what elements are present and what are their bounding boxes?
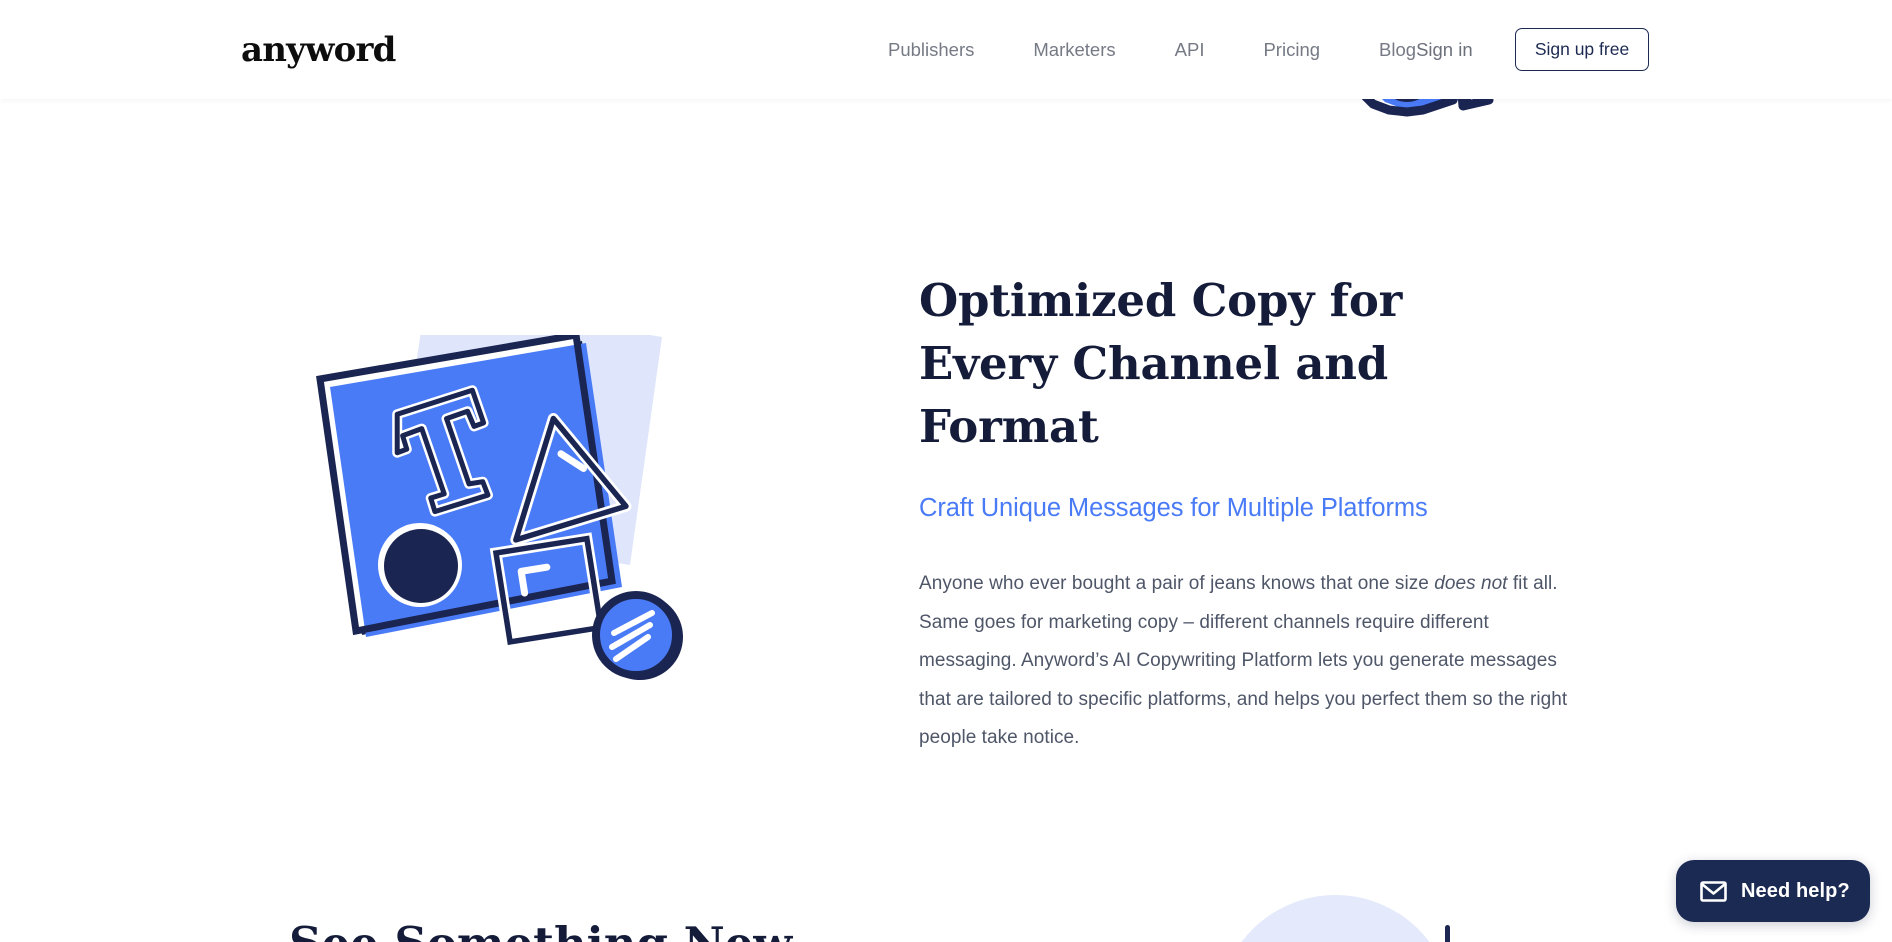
need-help-button[interactable]: Need help? [1676, 860, 1870, 922]
sign-in-link[interactable]: Sign in [1416, 37, 1473, 63]
nav-item-marketers[interactable]: Marketers [1033, 37, 1174, 63]
section-copy-column: Optimized Copy for Every Channel and For… [919, 269, 1609, 758]
next-section-blob [1218, 895, 1453, 942]
section-body-paragraph: Anyone who ever bought a pair of jeans k… [919, 565, 1587, 758]
anyword-logo[interactable]: anyword [241, 29, 396, 71]
body-text-emphasis: does not [1434, 573, 1508, 594]
nav-item-api[interactable]: API [1175, 37, 1264, 63]
next-section-accent-bar [1445, 925, 1450, 942]
sign-up-free-button[interactable]: Sign up free [1515, 28, 1649, 71]
main-navigation: Publishers Marketers API Pricing Blog Si… [888, 37, 1473, 63]
need-help-label: Need help? [1741, 879, 1850, 902]
next-section-heading: See Something New [289, 912, 792, 942]
nav-item-publishers[interactable]: Publishers [888, 37, 1033, 63]
section-headline: Optimized Copy for Every Channel and For… [919, 274, 1403, 453]
section-subheadline: Craft Unique Messages for Multiple Platf… [919, 494, 1428, 522]
site-header: anyword Publishers Marketers API Pricing… [0, 0, 1892, 99]
formats-card-illustration [316, 335, 683, 680]
body-text-part-1: Anyone who ever bought a pair of jeans k… [919, 573, 1435, 594]
body-text-part-2: fit all. Same goes for marketing copy – … [919, 573, 1568, 748]
nav-item-pricing[interactable]: Pricing [1263, 37, 1379, 63]
nav-item-blog[interactable]: Blog [1379, 37, 1416, 63]
page-root: on. anyword Publishers Marketers API Pri… [0, 0, 1892, 942]
envelope-icon [1700, 880, 1727, 902]
